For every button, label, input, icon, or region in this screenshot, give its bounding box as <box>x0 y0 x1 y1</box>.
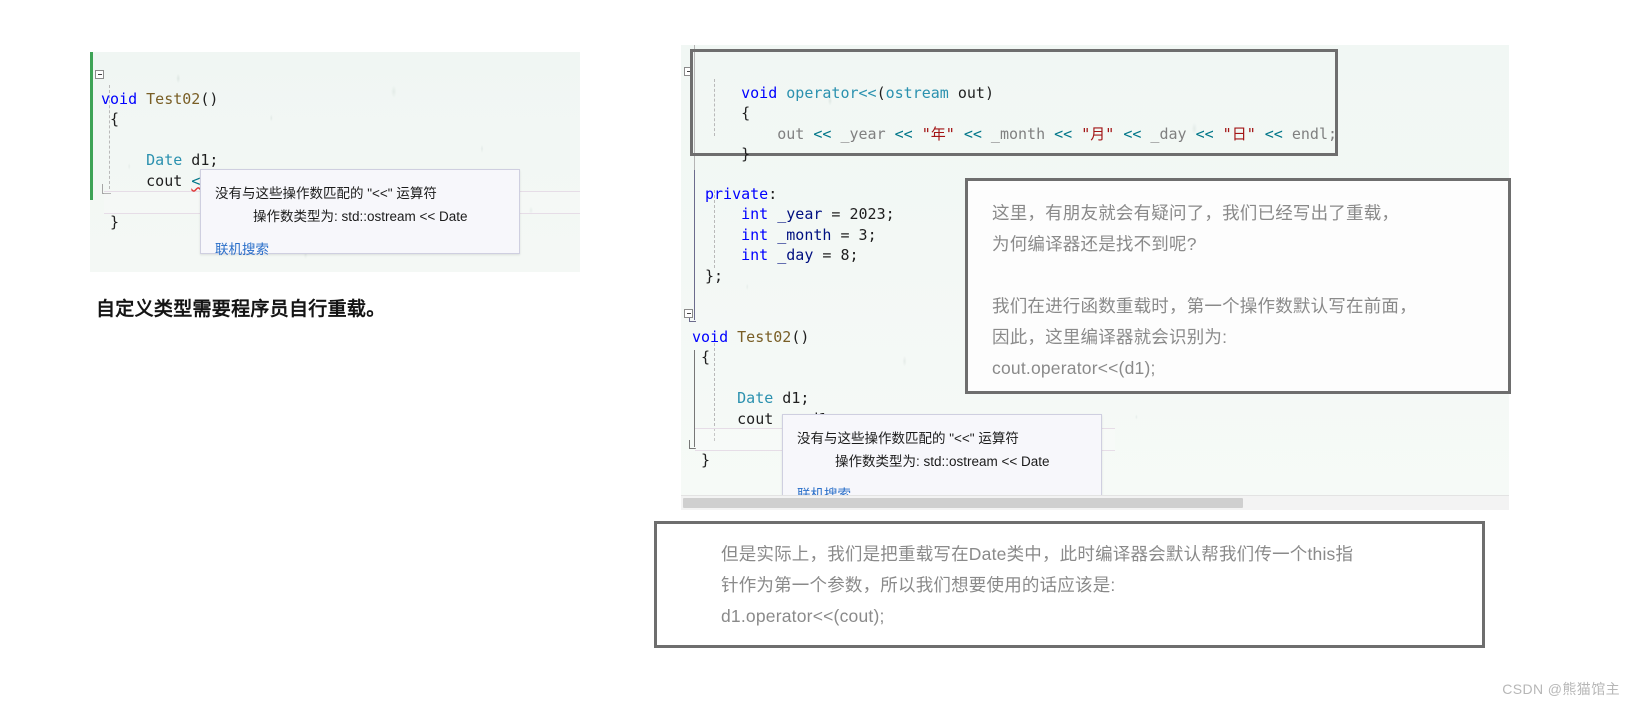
note-right-spacer <box>992 260 1508 291</box>
note-bottom-line-1: 但是实际上，我们是把重载写在Date类中，此时编译器会默认帮我们传一个this指 <box>721 544 1354 564</box>
left-error-line-1: 没有与这些操作数匹配的 "<<" 运算符 <box>215 186 437 201</box>
horizontal-scrollbar-track[interactable] <box>681 495 1509 510</box>
left-code-editor-panel[interactable]: void Test02() { Date d1; cout << d1; } 没… <box>90 52 580 272</box>
note-right-line-2: 为何编译器还是找不到呢? <box>992 234 1197 254</box>
left-caption-text: 自定义类型需要程序员自行重载。 <box>96 299 386 320</box>
horizontal-scrollbar-thumb[interactable] <box>683 498 1243 508</box>
note-right-line-6: cout.operator<<(d1); <box>992 358 1156 378</box>
note-right-line-1: 这里，有朋友就会有疑问了，我们已经写出了重载， <box>992 203 1400 223</box>
right-error-line-2: 操作数类型为: std::ostream << Date <box>835 454 1050 469</box>
annotation-note-this-pointer: 但是实际上，我们是把重载写在Date类中，此时编译器会默认帮我们传一个this指… <box>654 521 1485 648</box>
note-bottom-line-2: 针作为第一个参数，所以我们想要使用的话应该是: <box>721 575 1116 595</box>
right-error-line-1: 没有与这些操作数匹配的 "<<" 运算符 <box>797 431 1019 446</box>
right-gutter-rail-class <box>694 170 695 320</box>
csdn-watermark: CSDN @熊猫馆主 <box>1502 681 1620 697</box>
left-error-line-2: 操作数类型为: std::ostream << Date <box>253 209 468 224</box>
note-right-line-5: 因此，这里编译器就会识别为: <box>992 327 1228 347</box>
note-bottom-line-3: d1.operator<<(cout); <box>721 606 885 626</box>
left-online-search-link[interactable]: 联机搜索 <box>215 238 505 258</box>
right-private-members-code[interactable]: private: int _year = 2023; int _month = … <box>705 163 895 307</box>
note-right-line-4: 我们在进行函数重载时，第一个操作数默认写在前面， <box>992 296 1417 316</box>
right-error-tooltip: 没有与这些操作数匹配的 "<<" 运算符 操作数类型为: std::ostrea… <box>782 414 1102 502</box>
left-error-tooltip: 没有与这些操作数匹配的 "<<" 运算符 操作数类型为: std::ostrea… <box>200 169 520 257</box>
annotation-note-compiler-question: 这里，有朋友就会有疑问了，我们已经写出了重载， 为何编译器还是找不到呢? 我们在… <box>965 178 1511 394</box>
saved-change-indicator-bar <box>90 52 93 200</box>
